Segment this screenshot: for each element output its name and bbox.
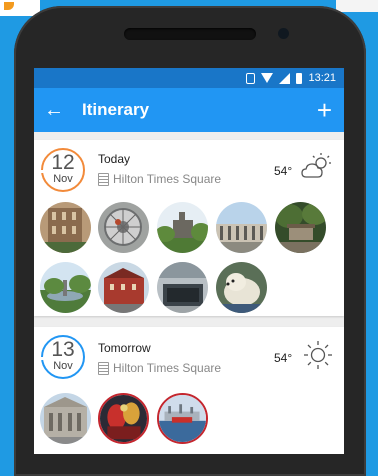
- hotel-icon: [98, 361, 109, 375]
- status-bar: 13:21: [34, 68, 344, 88]
- status-time: 13:21: [308, 72, 336, 84]
- date-badge: 13 Nov: [40, 335, 85, 379]
- day-card-tomorrow[interactable]: 13 Nov Tomorrow Hilton Times Square 54°: [34, 327, 344, 454]
- battery-icon: [296, 72, 303, 84]
- photo-building[interactable]: [40, 202, 91, 253]
- photo-museum-hall[interactable]: [216, 202, 267, 253]
- photo-library[interactable]: [40, 393, 91, 444]
- hotel-label: Hilton Times Square: [113, 172, 222, 186]
- day-card-today[interactable]: 12 Nov Today Hilton Times Square 54°: [34, 140, 344, 316]
- photo-red-building[interactable]: [98, 262, 149, 313]
- date-month: Nov: [53, 360, 73, 372]
- day-label: Today: [98, 152, 131, 166]
- date-badge: 12 Nov: [40, 148, 85, 192]
- hotel-label: Hilton Times Square: [113, 361, 222, 375]
- hotel-name[interactable]: Hilton Times Square: [98, 172, 221, 186]
- temperature: 54°: [274, 351, 293, 365]
- temperature: 54°: [274, 164, 293, 178]
- photo-castle-park[interactable]: [157, 202, 208, 253]
- date-ring-gap: [40, 170, 47, 173]
- sunny-icon: [304, 341, 332, 369]
- photo-garden-gazebo[interactable]: [275, 202, 326, 253]
- date-month: Nov: [53, 173, 73, 185]
- hotel-icon: [98, 172, 109, 186]
- photo-harbor[interactable]: [157, 393, 208, 444]
- plus-icon[interactable]: +: [317, 95, 332, 126]
- photo-parade[interactable]: [98, 393, 149, 444]
- app-bar: ← Itinerary +: [34, 88, 344, 132]
- vibrate-icon: [246, 72, 256, 84]
- phone-speaker: [124, 28, 256, 40]
- wifi-icon: [261, 73, 274, 83]
- date-day: 13: [51, 338, 75, 361]
- date-ring-gap: [40, 357, 47, 360]
- partly-cloudy-icon: [301, 153, 331, 178]
- back-arrow-icon[interactable]: ←: [34, 99, 74, 122]
- photo-memorial-pool[interactable]: [157, 262, 208, 313]
- day-label: Tomorrow: [98, 341, 151, 355]
- phone-camera: [278, 28, 289, 39]
- corner-decoration: [336, 0, 378, 12]
- hotel-name[interactable]: Hilton Times Square: [98, 361, 221, 375]
- photo-polar-bear[interactable]: [216, 262, 267, 313]
- signal-icon: [279, 72, 291, 84]
- date-day: 12: [51, 151, 75, 174]
- photo-fountain[interactable]: [40, 262, 91, 313]
- photo-imagine-mosaic[interactable]: [98, 202, 149, 253]
- page-title: Itinerary: [82, 100, 150, 119]
- app-screen: 13:21 ← Itinerary + 12 Nov Today Hilton …: [34, 68, 344, 454]
